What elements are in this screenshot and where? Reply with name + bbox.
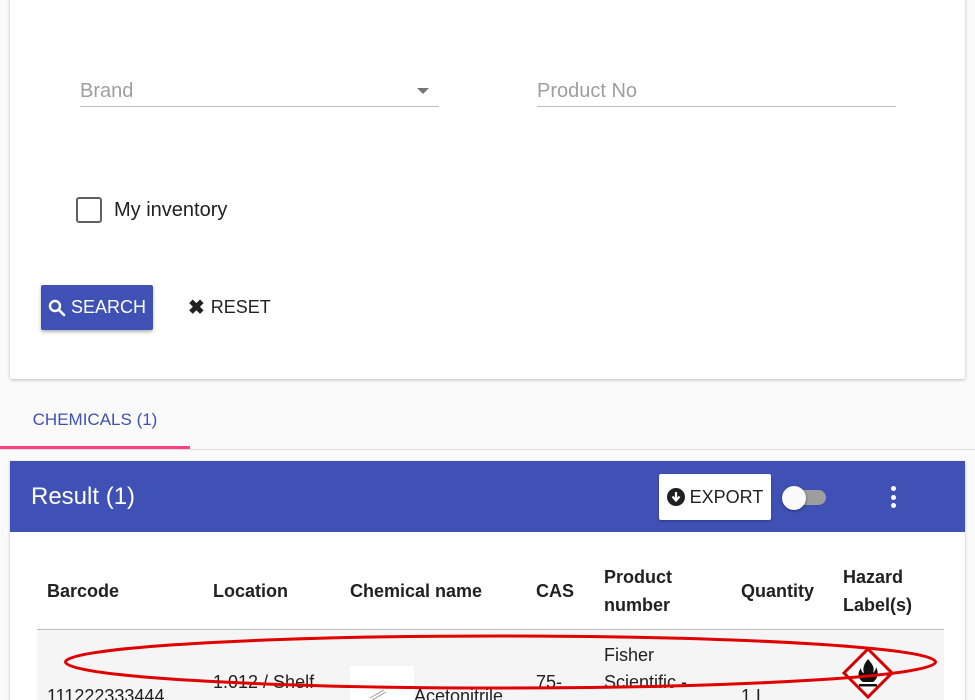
my-inventory-label: My inventory <box>114 198 228 221</box>
result-header: Result (1) EXPORT <box>10 461 965 532</box>
annotation-ellipse <box>64 634 937 690</box>
col-header-product-number-line1: Product <box>604 567 673 587</box>
search-button[interactable]: SEARCH <box>41 285 153 330</box>
col-header-chemical-name[interactable]: Chemical name <box>350 577 482 605</box>
export-button-label: EXPORT <box>689 486 764 507</box>
brand-placeholder: Brand <box>80 80 134 102</box>
col-header-product-number-line2: number <box>604 595 671 615</box>
product-no-input[interactable]: Product No <box>537 74 896 107</box>
product-no-placeholder: Product No <box>537 80 638 102</box>
col-header-quantity[interactable]: Quantity <box>741 577 814 605</box>
col-header-barcode[interactable]: Barcode <box>47 577 119 605</box>
more-vert-icon[interactable] <box>886 483 900 511</box>
col-header-hazard-line2: Label(s) <box>843 595 913 615</box>
result-title: Result (1) <box>31 483 136 510</box>
download-icon <box>666 488 685 506</box>
search-button-label: SEARCH <box>70 297 146 317</box>
reset-button-label: RESET <box>210 297 271 317</box>
search-icon <box>48 299 66 316</box>
col-header-cas[interactable]: CAS <box>536 577 574 605</box>
col-header-hazard-line1: Hazard <box>843 567 904 587</box>
tab-divider <box>0 449 975 450</box>
tab-chemicals[interactable]: CHEMICALS (1) <box>0 400 190 450</box>
col-header-hazard-labels[interactable]: Hazard Label(s) <box>843 563 912 619</box>
view-toggle[interactable] <box>782 486 826 510</box>
dropdown-caret-icon <box>417 88 429 94</box>
my-inventory-checkbox-row[interactable]: My inventory <box>76 196 227 224</box>
tab-chemicals-label: CHEMICALS (1) <box>32 410 158 429</box>
col-header-location[interactable]: Location <box>213 577 288 605</box>
col-header-product-number[interactable]: Product number <box>604 563 672 619</box>
search-card: Brand Product No My inventory SEARCH ✖ R… <box>10 0 965 379</box>
toggle-thumb <box>782 486 806 510</box>
my-inventory-checkbox[interactable] <box>76 197 102 223</box>
close-icon: ✖ <box>188 297 205 319</box>
reset-button[interactable]: ✖ RESET <box>188 285 271 330</box>
export-button[interactable]: EXPORT <box>659 474 771 520</box>
page: { "search": { "brand_placeholder": "Bran… <box>0 0 975 700</box>
brand-select[interactable]: Brand <box>80 74 439 107</box>
